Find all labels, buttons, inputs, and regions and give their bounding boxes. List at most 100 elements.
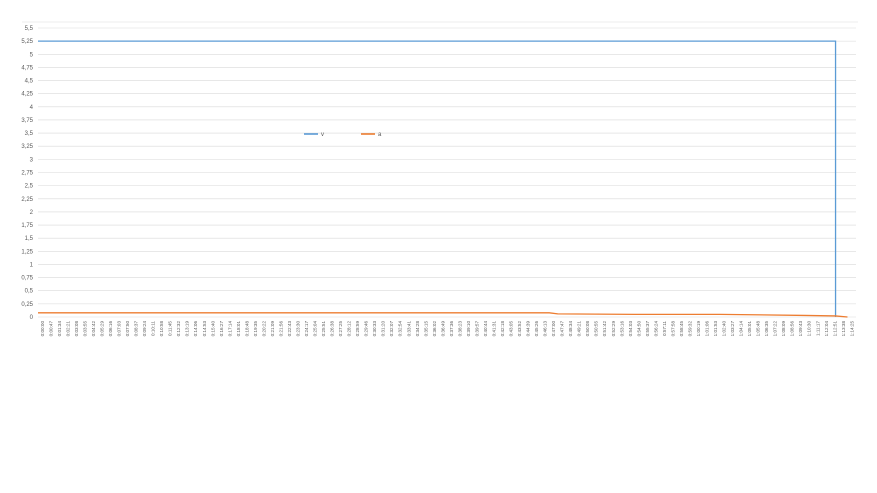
x-tick-label: 0:21:56 bbox=[278, 321, 283, 337]
x-tick-label: 0:18:01 bbox=[236, 321, 241, 337]
x-tick-label: 0:21:09 bbox=[270, 321, 275, 337]
y-tick-label: 1,75 bbox=[21, 223, 33, 229]
x-tick-label: 0:54:03 bbox=[628, 321, 633, 337]
x-tick-label: 0:45:26 bbox=[534, 321, 539, 337]
y-tick-label: 4,25 bbox=[21, 92, 33, 98]
x-tick-label: 0:39:57 bbox=[474, 321, 479, 337]
x-tick-label: 0:11:45 bbox=[168, 321, 173, 336]
x-tick-label: 0:01:34 bbox=[57, 321, 62, 337]
x-tick-label: 0:47:47 bbox=[560, 321, 565, 337]
x-tick-label: 0:07:03 bbox=[117, 321, 122, 337]
x-tick-label: 1:05:01 bbox=[747, 321, 752, 337]
x-tick-label: 0:25:04 bbox=[313, 321, 318, 337]
x-tick-label: 1:02:40 bbox=[722, 321, 727, 337]
x-tick-label: 0:32:54 bbox=[398, 321, 403, 337]
y-axis-ticks: 0 0,25 0,5 0,75 1 1,25 1,5 1,75 2 2,25 2,5 2,75 3 3,2… bbox=[21, 26, 33, 321]
legend-label-v: v bbox=[321, 132, 324, 138]
x-tick-label: 1:08:09 bbox=[781, 321, 786, 337]
x-tick-label: 1:12:51 bbox=[832, 321, 837, 337]
x-tick-label: 0:48:34 bbox=[568, 321, 573, 337]
x-tick-label: 0:19:35 bbox=[253, 321, 258, 337]
y-tick-label: 0,25 bbox=[21, 302, 33, 308]
x-tick-label: 0:43:52 bbox=[517, 321, 522, 337]
x-axis-ticks: 0:00:00 0:00:47 0:01:34 0:02:21 0:03:08 0:03:… bbox=[40, 321, 854, 337]
x-tick-label: 0:55:37 bbox=[645, 321, 650, 337]
x-tick-label: 0:14:53 bbox=[202, 321, 207, 337]
x-tick-label: 0:51:42 bbox=[602, 321, 607, 337]
x-tick-label: 0:00:00 bbox=[40, 321, 45, 337]
x-tick-label: 0:57:11 bbox=[662, 321, 667, 336]
x-tick-label: 0:32:07 bbox=[389, 321, 394, 337]
x-tick-label: 1:11:17 bbox=[815, 321, 820, 336]
x-tick-label: 0:50:55 bbox=[594, 321, 599, 337]
x-tick-label: 0:20:22 bbox=[261, 321, 266, 337]
x-tick-label: 0:16:27 bbox=[219, 321, 224, 337]
series-line-v bbox=[38, 40, 837, 317]
x-tick-label: 0:44:39 bbox=[526, 321, 531, 337]
y-tick-label: 3,25 bbox=[21, 144, 33, 150]
x-tick-label: 1:14:25 bbox=[849, 321, 854, 337]
y-tick-label: 2 bbox=[30, 210, 34, 216]
x-tick-label: 0:56:24 bbox=[653, 321, 658, 337]
y-tick-label: 3,75 bbox=[21, 118, 33, 124]
x-tick-label: 0:23:30 bbox=[295, 321, 300, 337]
x-tick-label: 1:04:14 bbox=[739, 321, 744, 337]
x-tick-label: 0:22:43 bbox=[287, 321, 292, 337]
x-tick-label: 1:05:48 bbox=[756, 321, 761, 337]
x-tick-label: 0:33:41 bbox=[406, 321, 411, 337]
y-tick-label: 0 bbox=[30, 315, 34, 321]
x-tick-label: 0:03:55 bbox=[82, 321, 87, 337]
x-tick-label: 0:37:36 bbox=[449, 321, 454, 337]
y-tick-label: 2,75 bbox=[21, 171, 33, 177]
y-tick-label: 1 bbox=[30, 262, 34, 268]
x-tick-label: 0:13:19 bbox=[185, 321, 190, 337]
x-tick-label: 0:09:24 bbox=[142, 321, 147, 337]
x-tick-label: 0:30:33 bbox=[372, 321, 377, 337]
x-tick-label: 1:10:30 bbox=[807, 321, 812, 337]
x-tick-label: 1:03:27 bbox=[730, 321, 735, 337]
x-tick-label: 1:01:06 bbox=[704, 321, 709, 337]
x-tick-label: 0:07:50 bbox=[125, 321, 130, 337]
x-tick-label: 0:49:21 bbox=[577, 321, 582, 337]
x-tick-label: 0:36:49 bbox=[440, 321, 445, 337]
x-tick-label: 1:07:22 bbox=[773, 321, 778, 337]
x-tick-label: 1:08:56 bbox=[790, 321, 795, 337]
x-tick-label: 0:58:45 bbox=[679, 321, 684, 337]
x-tick-label: 0:17:14 bbox=[227, 321, 232, 337]
x-tick-label: 0:53:16 bbox=[619, 321, 624, 337]
x-tick-label: 0:27:25 bbox=[338, 321, 343, 337]
x-tick-label: 0:46:13 bbox=[543, 321, 548, 337]
x-tick-label: 0:36:02 bbox=[432, 321, 437, 337]
x-tick-label: 0:14:06 bbox=[193, 321, 198, 337]
y-tick-label: 5,25 bbox=[21, 39, 33, 45]
x-tick-label: 0:39:10 bbox=[466, 321, 471, 337]
x-tick-label: 0:03:08 bbox=[74, 321, 79, 337]
y-tick-label: 4,5 bbox=[25, 79, 34, 85]
x-tick-label: 0:12:32 bbox=[176, 321, 181, 337]
x-tick-label: 0:10:58 bbox=[159, 321, 164, 337]
y-tick-label: 1,25 bbox=[21, 249, 33, 255]
x-tick-label: 0:28:59 bbox=[355, 321, 360, 337]
x-tick-label: 1:09:43 bbox=[798, 321, 803, 337]
x-tick-label: 0:10:11 bbox=[151, 321, 156, 336]
x-tick-label: 0:08:37 bbox=[134, 321, 139, 337]
x-tick-label: 0:00:47 bbox=[48, 321, 53, 337]
x-tick-label: 1:00:19 bbox=[696, 321, 701, 337]
x-tick-label: 0:31:20 bbox=[381, 321, 386, 337]
x-tick-label: 1:13:38 bbox=[841, 321, 846, 337]
y-tick-label: 1,5 bbox=[25, 236, 34, 242]
y-tick-label: 4 bbox=[30, 105, 34, 111]
x-tick-label: 0:28:12 bbox=[347, 321, 352, 337]
y-tick-label: 2,5 bbox=[25, 184, 34, 190]
x-tick-label: 0:05:29 bbox=[100, 321, 105, 337]
x-tick-label: 0:57:58 bbox=[670, 321, 675, 337]
series-line-a bbox=[38, 312, 848, 318]
x-tick-label: 0:38:23 bbox=[457, 321, 462, 337]
y-tick-label: 0,75 bbox=[21, 276, 33, 282]
x-tick-label: 0:34:28 bbox=[415, 321, 420, 337]
y-tick-label: 5,5 bbox=[25, 26, 34, 32]
y-tick-label: 4,75 bbox=[21, 65, 33, 71]
x-tick-label: 1:01:53 bbox=[713, 321, 718, 337]
x-tick-label: 0:40:44 bbox=[483, 321, 488, 337]
x-tick-label: 0:52:29 bbox=[611, 321, 616, 337]
